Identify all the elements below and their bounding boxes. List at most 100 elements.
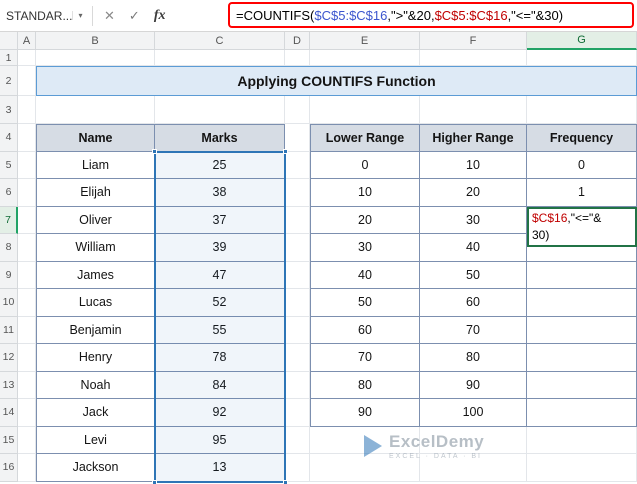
formula-input[interactable]: =COUNTIFS($C$5:$C$16 ,">"&20, $C$5:$C$16 ,"… [228,2,634,28]
row-header-3[interactable]: 3 [0,96,18,124]
cell-G11[interactable] [527,316,637,344]
title-cell[interactable]: Applying COUNTIFS Function [36,66,637,96]
cell-E7[interactable]: 20 [310,206,420,234]
gridcell-G1[interactable] [527,50,637,66]
row-header-2[interactable]: 2 [0,66,18,96]
insert-function-icon[interactable]: fx [154,8,166,24]
gridcell-D12[interactable] [285,344,310,372]
gridcell-E15[interactable] [310,426,420,454]
cell-F10[interactable]: 60 [420,289,527,317]
cell-E8[interactable]: 30 [310,234,420,262]
gridcell-D3[interactable] [285,96,310,124]
name-box-dropdown-icon[interactable]: ▾ [72,11,82,20]
gridcell-A14[interactable] [18,399,36,427]
row-header-8[interactable]: 8 [0,234,18,262]
range-table-header-frequency[interactable]: Frequency [527,124,637,152]
cell-E6[interactable]: 10 [310,179,420,207]
cell-E13[interactable]: 80 [310,371,420,399]
row-header-7[interactable]: 7 [0,206,18,234]
column-header-B[interactable]: B [36,32,155,50]
cell-F13[interactable]: 90 [420,371,527,399]
cell-C12[interactable]: 78 [155,344,285,372]
gridcell-F3[interactable] [420,96,527,124]
cell-B10[interactable]: Lucas [36,289,155,317]
cell-B14[interactable]: Jack [36,399,155,427]
column-header-E[interactable]: E [310,32,420,50]
cell-E11[interactable]: 60 [310,316,420,344]
gridcell-A2[interactable] [18,66,36,96]
cell-G5[interactable]: 0 [527,151,637,179]
cell-F6[interactable]: 20 [420,179,527,207]
gridcell-A1[interactable] [18,50,36,66]
gridcell-D7[interactable] [285,206,310,234]
cell-F12[interactable]: 80 [420,344,527,372]
cell-E10[interactable]: 50 [310,289,420,317]
cell-F9[interactable]: 50 [420,261,527,289]
gridcell-A8[interactable] [18,234,36,262]
cell-B12[interactable]: Henry [36,344,155,372]
row-header-14[interactable]: 14 [0,399,18,427]
gridcell-D4[interactable] [285,124,310,152]
cell-C13[interactable]: 84 [155,371,285,399]
cell-B7[interactable]: Oliver [36,206,155,234]
gridcell-D8[interactable] [285,234,310,262]
cell-G6[interactable]: 1 [527,179,637,207]
row-header-13[interactable]: 13 [0,371,18,399]
gridcell-A12[interactable] [18,344,36,372]
column-header-F[interactable]: F [420,32,527,50]
row-header-11[interactable]: 11 [0,316,18,344]
cell-B11[interactable]: Benjamin [36,316,155,344]
gridcell-B1[interactable] [36,50,155,66]
cell-E9[interactable]: 40 [310,261,420,289]
name-box[interactable]: STANDAR... ▾ [0,3,88,29]
column-header-C[interactable]: C [155,32,285,50]
gridcell-D11[interactable] [285,316,310,344]
gridcell-C1[interactable] [155,50,285,66]
cell-C6[interactable]: 38 [155,179,285,207]
cell-G12[interactable] [527,344,637,372]
gridcell-A5[interactable] [18,151,36,179]
cell-B8[interactable]: William [36,234,155,262]
name-table-header-name[interactable]: Name [36,124,155,152]
cell-B9[interactable]: James [36,261,155,289]
row-header-1[interactable]: 1 [0,50,18,66]
cell-F7[interactable]: 30 [420,206,527,234]
range-table-header-lower-range[interactable]: Lower Range [310,124,420,152]
cell-C11[interactable]: 55 [155,316,285,344]
gridcell-G3[interactable] [527,96,637,124]
gridcell-A15[interactable] [18,426,36,454]
gridcell-E1[interactable] [310,50,420,66]
gridcell-G16[interactable] [527,454,637,482]
gridcell-A9[interactable] [18,261,36,289]
column-header-D[interactable]: D [285,32,310,50]
gridcell-E3[interactable] [310,96,420,124]
gridcell-E16[interactable] [310,454,420,482]
cell-G9[interactable] [527,261,637,289]
gridcell-A6[interactable] [18,179,36,207]
cell-E12[interactable]: 70 [310,344,420,372]
gridcell-D5[interactable] [285,151,310,179]
row-header-16[interactable]: 16 [0,454,18,482]
cell-C14[interactable]: 92 [155,399,285,427]
confirm-icon[interactable]: ✓ [129,8,140,24]
gridcell-F1[interactable] [420,50,527,66]
cell-B15[interactable]: Levi [36,426,155,454]
gridcell-D15[interactable] [285,426,310,454]
row-header-15[interactable]: 15 [0,426,18,454]
row-header-9[interactable]: 9 [0,261,18,289]
formula-editing-cell-G7[interactable]: $C$16,"<="& 30) [527,206,637,247]
gridcell-A10[interactable] [18,289,36,317]
gridcell-A13[interactable] [18,371,36,399]
cell-C15[interactable]: 95 [155,426,285,454]
cell-C5[interactable]: 25 [155,151,285,179]
cell-G14[interactable] [527,399,637,427]
cell-F14[interactable]: 100 [420,399,527,427]
cell-G13[interactable] [527,371,637,399]
select-all-button[interactable] [0,32,18,50]
cell-B5[interactable]: Liam [36,151,155,179]
gridcell-A16[interactable] [18,454,36,482]
range-table-header-higher-range[interactable]: Higher Range [420,124,527,152]
cell-C9[interactable]: 47 [155,261,285,289]
cell-B6[interactable]: Elijah [36,179,155,207]
row-header-5[interactable]: 5 [0,151,18,179]
